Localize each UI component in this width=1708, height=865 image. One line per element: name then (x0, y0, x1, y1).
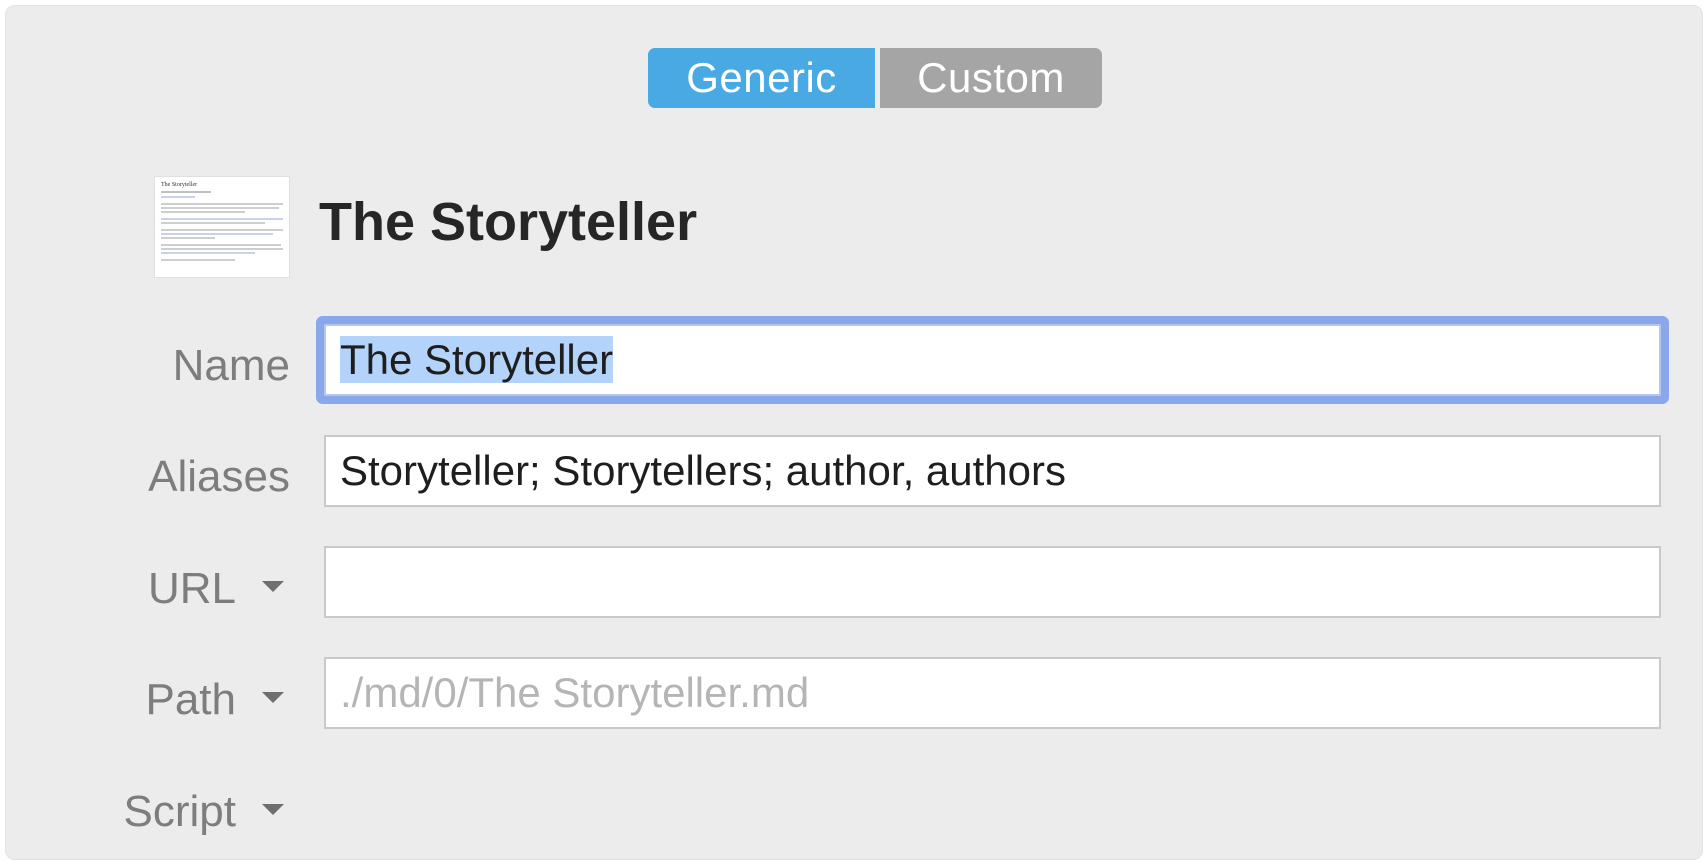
path-placeholder: ./md/0/The Storyteller.md (340, 669, 810, 716)
page-title: The Storyteller (319, 192, 698, 252)
thumbnail-heading: The Storyteller (161, 182, 197, 188)
aliases-label: Aliases (148, 452, 290, 501)
script-dropdown-caret-icon[interactable] (262, 804, 284, 815)
segment-generic[interactable]: Generic (648, 48, 875, 108)
path-field[interactable]: ./md/0/The Storyteller.md (324, 657, 1661, 729)
name-label: Name (172, 341, 290, 390)
path-label: Path (145, 675, 236, 724)
path-dropdown-caret-icon[interactable] (262, 692, 284, 703)
url-label: URL (147, 564, 236, 613)
document-thumbnail: The Storyteller (155, 177, 289, 277)
inspector-window: Generic Custom The Storyteller The Story… (5, 5, 1703, 860)
url-field[interactable] (324, 546, 1661, 618)
document-preview-icon: The Storyteller (155, 177, 289, 277)
aliases-field[interactable]: Storyteller; Storytellers; author, autho… (324, 435, 1661, 507)
mode-segmented-control: Generic Custom (648, 48, 1102, 108)
segment-custom[interactable]: Custom (880, 48, 1102, 108)
name-field[interactable]: The Storyteller (324, 324, 1661, 396)
script-label: Script (123, 787, 236, 836)
url-dropdown-caret-icon[interactable] (262, 581, 284, 592)
name-field-selection: The Storyteller (340, 336, 614, 383)
